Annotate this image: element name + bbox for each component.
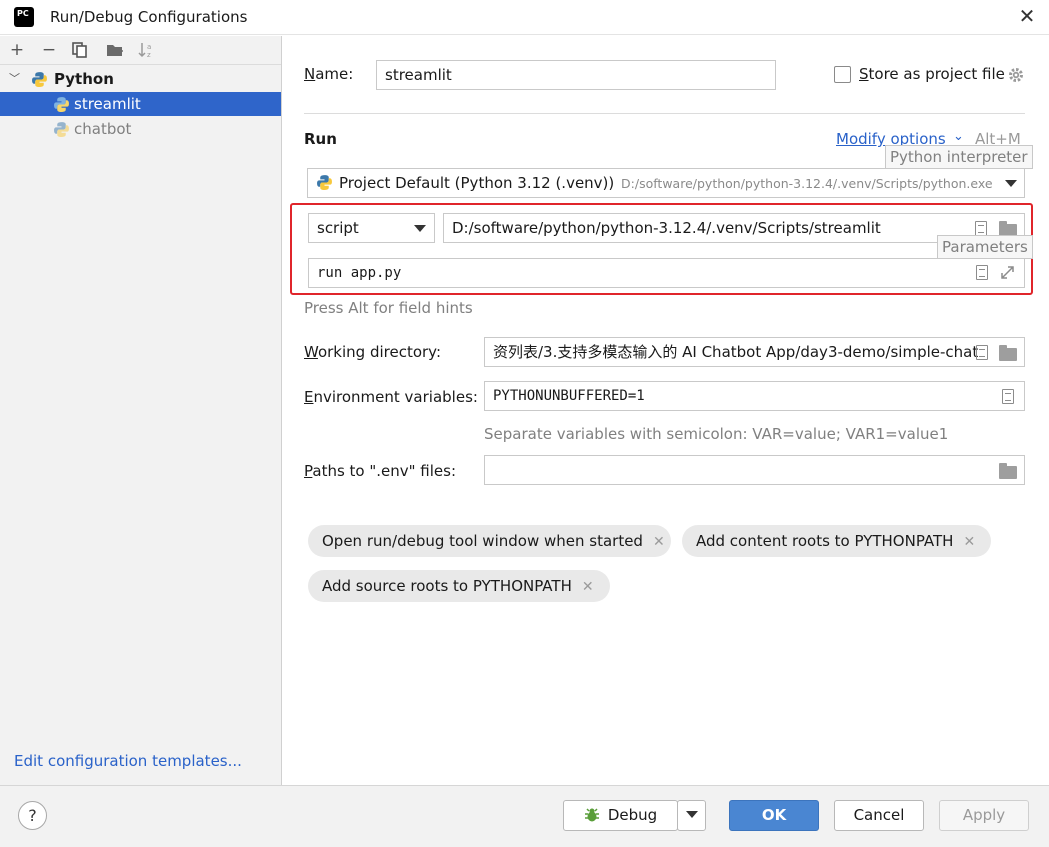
interpreter-path: D:/software/python/python-3.12.4/.venv/S… [621,176,993,191]
chevron-down-icon[interactable] [414,225,426,232]
working-directory-input[interactable]: 资列表/3.支持多模态输入的 AI Chatbot App/day3-demo/… [484,337,1025,367]
bug-icon [584,804,600,833]
tree-group-label: Python [54,70,114,88]
window-title: Run/Debug Configurations [50,8,248,26]
chevron-down-icon[interactable] [1005,180,1017,187]
browse-folder-icon[interactable] [999,463,1017,479]
cancel-button[interactable]: Cancel [834,800,924,831]
tree-group-python[interactable]: ﹀ Python [0,67,281,91]
new-folder-icon[interactable] [106,42,124,58]
debug-button-label: Debug [607,806,658,824]
section-divider [304,113,1025,114]
chip-label: Add content roots to PYTHONPATH [696,532,954,550]
store-as-project-file-label[interactable]: Store as project file [859,65,1005,83]
debug-button[interactable]: Debug [563,800,678,831]
parameters-tooltip: Parameters [937,235,1033,259]
chevron-down-icon[interactable]: ⌄ [953,129,964,144]
svg-text:a: a [147,43,151,51]
python-icon [316,172,333,197]
chip-open-tool-window: Open run/debug tool window when started ✕ [308,525,671,557]
parameters-input[interactable]: run app.py [308,258,1025,288]
close-icon[interactable]: ✕ [582,579,594,595]
tree-item-label: chatbot [74,120,132,138]
paths-env-label: Paths to ".env" files: [304,462,457,480]
run-section-title: Run [304,130,337,148]
environment-variables-label: Environment variables: [304,388,478,406]
apply-button[interactable]: Apply [939,800,1029,831]
expand-text-icon[interactable] [976,265,988,280]
working-directory-label: Working directory: [304,343,442,361]
svg-text:z: z [147,51,151,59]
expand-icon[interactable] [999,264,1016,281]
name-label: Name: [304,65,354,83]
paths-env-input[interactable] [484,455,1025,485]
chevron-down-icon [685,811,698,818]
store-as-project-file-checkbox[interactable] [834,66,851,83]
env-hint-text: Separate variables with semicolon: VAR=v… [484,425,949,443]
environment-variables-input[interactable]: PYTHONUNBUFFERED=1 [484,381,1025,411]
chip-add-content-roots: Add content roots to PYTHONPATH ✕ [682,525,991,557]
chip-label: Open run/debug tool window when started [322,532,643,550]
python-run-config-icon [53,121,70,145]
name-input[interactable]: streamlit [376,60,776,90]
chip-label: Add source roots to PYTHONPATH [322,577,572,595]
toolbar-divider [0,64,281,65]
gear-icon[interactable] [1007,66,1025,84]
chevron-down-icon[interactable]: ﹀ [9,67,20,91]
edit-configuration-templates-link[interactable]: Edit configuration templates... [14,752,242,770]
debug-dropdown-button[interactable] [677,800,706,831]
expand-text-icon[interactable] [975,221,987,236]
tree-item-streamlit[interactable]: streamlit [0,92,281,116]
remove-configuration-icon[interactable]: − [38,40,60,60]
help-button[interactable]: ? [18,801,47,830]
python-interpreter-tooltip: Python interpreter [885,145,1033,169]
configurations-sidebar [0,36,282,785]
close-icon[interactable]: ✕ [963,534,975,550]
pycharm-app-icon: PC [12,5,36,29]
python-interpreter-select[interactable]: Project Default (Python 3.12 (.venv)) D:… [307,168,1025,198]
tree-item-chatbot[interactable]: chatbot [0,117,281,141]
copy-configuration-icon[interactable] [72,42,87,58]
close-icon[interactable]: ✕ [653,534,665,550]
expand-text-icon[interactable] [976,345,988,360]
interpreter-name: Project Default (Python 3.12 (.venv)) [339,174,615,192]
add-configuration-icon[interactable]: + [6,40,28,60]
chip-add-source-roots: Add source roots to PYTHONPATH ✕ [308,570,610,602]
tree-item-label: streamlit [74,95,141,113]
close-icon[interactable]: ✕ [1016,4,1038,28]
sort-configurations-icon[interactable]: az [137,40,157,60]
ok-button[interactable]: OK [729,800,819,831]
field-hints-text: Press Alt for field hints [304,299,473,317]
browse-folder-icon[interactable] [999,345,1017,361]
edit-environment-variables-icon[interactable] [1002,389,1014,404]
